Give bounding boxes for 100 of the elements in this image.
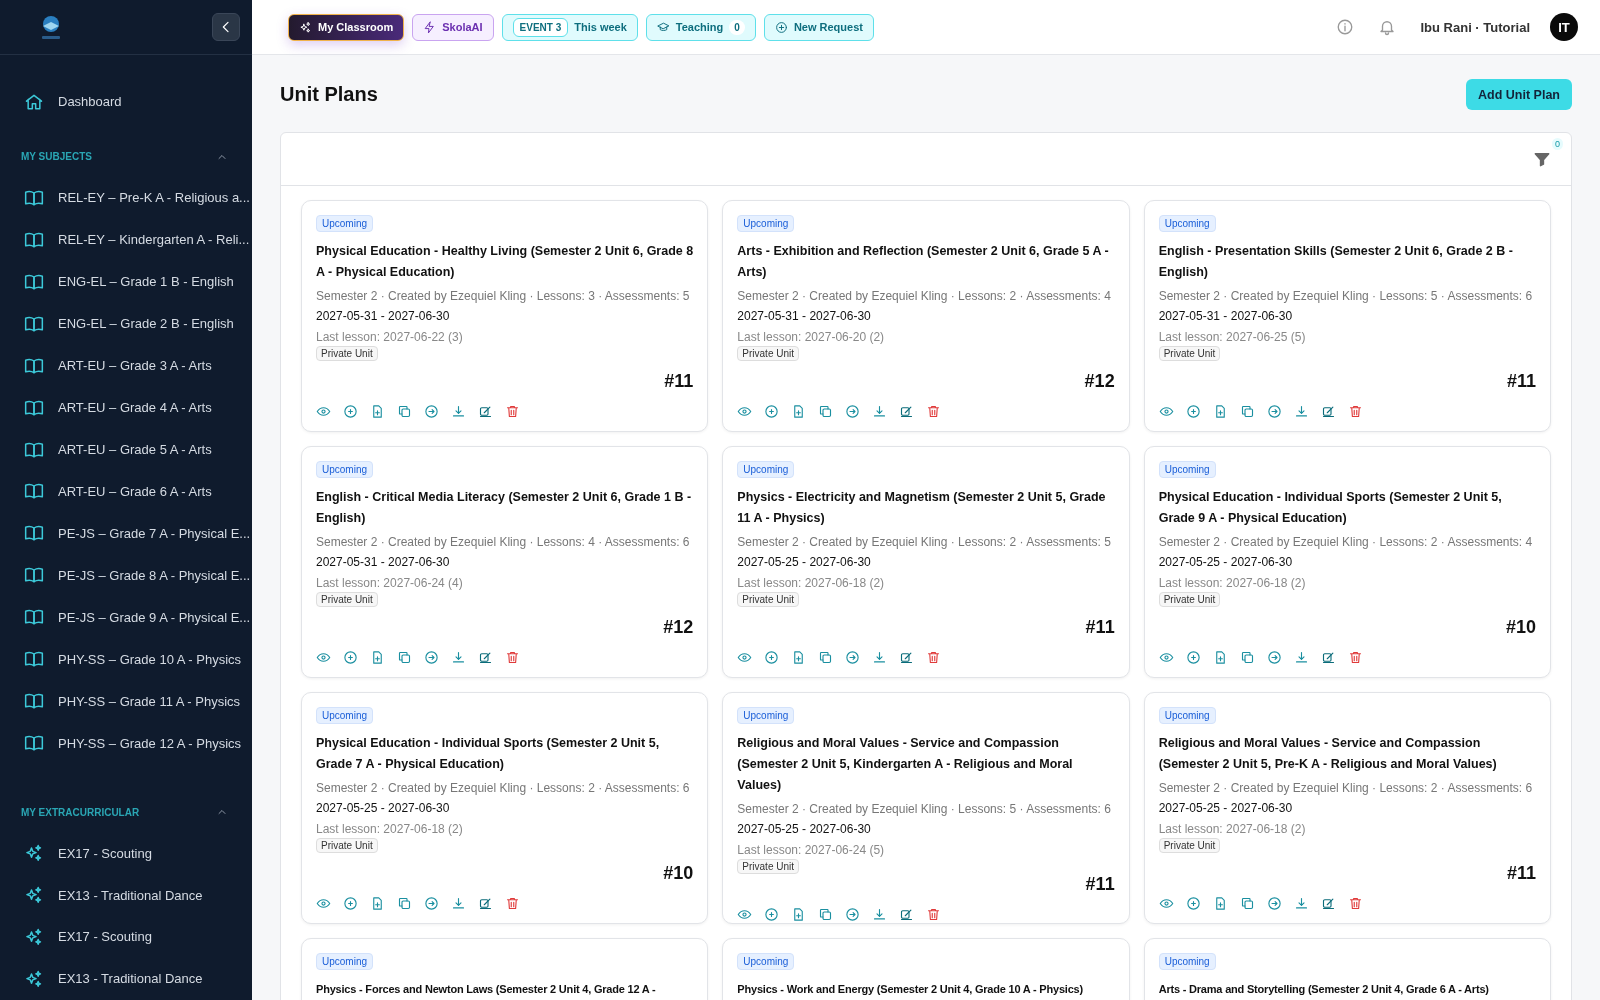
copy-icon[interactable]: [397, 896, 412, 911]
copy-icon[interactable]: [1239, 896, 1255, 911]
trash-icon[interactable]: [1347, 896, 1363, 911]
activity-item[interactable]: EX17 - Scouting: [0, 832, 252, 875]
subject-item[interactable]: PE-JS – Grade 9 A - Physical E...: [0, 596, 252, 639]
plus-circle-icon[interactable]: [764, 907, 780, 922]
trash-icon[interactable]: [505, 896, 520, 911]
ai-button[interactable]: SkolaAI: [412, 13, 494, 41]
trash-icon[interactable]: [926, 404, 942, 419]
edit-icon[interactable]: [1320, 896, 1336, 911]
trash-icon[interactable]: [1347, 650, 1363, 665]
subject-item[interactable]: ENG-EL – Grade 2 B - English: [0, 302, 252, 345]
arrow-circle-icon[interactable]: [424, 896, 439, 911]
plus-circle-icon[interactable]: [1185, 896, 1201, 911]
download-icon[interactable]: [872, 650, 888, 665]
subject-item[interactable]: REL-EY – Pre-K A - Religious a...: [0, 176, 252, 219]
plus-circle-icon: [774, 20, 788, 34]
copy-icon[interactable]: [397, 650, 412, 665]
download-icon[interactable]: [451, 404, 466, 419]
download-icon[interactable]: [451, 650, 466, 665]
subject-item[interactable]: REL-EY – Kindergarten A - Reli...: [0, 218, 252, 261]
subject-item[interactable]: PHY-SS – Grade 12 A - Physics: [0, 722, 252, 765]
subject-item[interactable]: PE-JS – Grade 7 A - Physical E...: [0, 512, 252, 555]
document-plus-icon[interactable]: [370, 404, 385, 419]
trash-icon[interactable]: [926, 907, 942, 922]
subject-item[interactable]: PHY-SS – Grade 11 A - Physics: [0, 680, 252, 723]
unit-title: Arts - Exhibition and Reflection (Semester 2 Unit 6, Grade 5 A - Arts): [737, 243, 1110, 281]
download-icon[interactable]: [1293, 896, 1309, 911]
eye-icon[interactable]: [737, 404, 753, 419]
last-lesson: Last lesson: 2027-06-18 (2): [316, 821, 464, 838]
filter-icon: [1533, 150, 1551, 168]
eye-icon[interactable]: [1158, 404, 1174, 419]
arrow-circle-icon[interactable]: [424, 650, 439, 665]
arrow-circle-icon[interactable]: [424, 404, 439, 419]
new-request-button[interactable]: New Request: [763, 13, 874, 41]
dashboard-link[interactable]: Dashboard: [0, 80, 252, 123]
edit-icon[interactable]: [1320, 650, 1336, 665]
activity-item[interactable]: EX17 - Scouting: [0, 916, 252, 958]
download-icon[interactable]: [451, 896, 466, 911]
eye-icon[interactable]: [316, 896, 331, 911]
event-button[interactable]: EVENT 3 This week: [501, 13, 638, 41]
subject-item[interactable]: ART-EU – Grade 4 A - Arts: [0, 386, 252, 429]
edit-icon[interactable]: [899, 404, 915, 419]
arrow-circle-icon[interactable]: [845, 404, 861, 419]
trash-icon[interactable]: [926, 650, 942, 665]
subject-item[interactable]: PE-JS – Grade 8 A - Physical E...: [0, 554, 252, 597]
eye-icon[interactable]: [737, 907, 753, 922]
edit-icon[interactable]: [1320, 404, 1336, 419]
download-icon[interactable]: [1293, 404, 1309, 419]
my-classroom-button[interactable]: My Classroom: [288, 13, 405, 41]
copy-icon[interactable]: [397, 404, 412, 419]
collapse-button[interactable]: [212, 12, 240, 41]
edit-icon[interactable]: [899, 650, 915, 665]
plus-circle-icon[interactable]: [1185, 650, 1201, 665]
copy-icon[interactable]: [1239, 404, 1255, 419]
arrow-circle-icon[interactable]: [1266, 404, 1282, 419]
add-unit-plan-button[interactable]: Add Unit Plan: [1466, 79, 1572, 110]
edit-icon[interactable]: [478, 896, 493, 911]
eye-icon[interactable]: [316, 650, 331, 665]
plus-circle-icon[interactable]: [1185, 404, 1201, 419]
arrow-circle-icon[interactable]: [1266, 650, 1282, 665]
subject-item[interactable]: ART-EU – Grade 5 A - Arts: [0, 428, 252, 471]
subject-item[interactable]: ART-EU – Grade 3 A - Arts: [0, 344, 252, 387]
trash-icon[interactable]: [505, 650, 520, 665]
teaching-button[interactable]: Teaching 0: [645, 13, 756, 41]
arrow-circle-icon[interactable]: [1266, 896, 1282, 911]
edit-icon[interactable]: [899, 907, 915, 922]
subject-item[interactable]: ART-EU – Grade 6 A - Arts: [0, 470, 252, 513]
download-icon[interactable]: [1293, 650, 1309, 665]
unit-title: English - Presentation Skills (Semester 2 Unit 6, Grade 2 B - English): [1158, 243, 1514, 281]
unit-dates: 2027-05-31 - 2027-06-30: [1158, 308, 1294, 325]
download-icon[interactable]: [872, 907, 888, 922]
arrow-circle-icon[interactable]: [845, 650, 861, 665]
subject-item[interactable]: PHY-SS – Grade 10 A - Physics: [0, 638, 252, 681]
trash-icon[interactable]: [1347, 404, 1363, 419]
subject-item[interactable]: ENG-EL – Grade 1 B - English: [0, 260, 252, 303]
eye-icon[interactable]: [737, 650, 753, 665]
edit-icon[interactable]: [478, 650, 493, 665]
download-icon[interactable]: [872, 404, 888, 419]
plus-circle-icon[interactable]: [343, 896, 358, 911]
eye-icon[interactable]: [1158, 650, 1174, 665]
arrow-circle-icon[interactable]: [845, 907, 861, 922]
plus-circle-icon[interactable]: [343, 404, 358, 419]
plus-circle-icon[interactable]: [764, 404, 780, 419]
plus-circle-icon[interactable]: [764, 650, 780, 665]
eye-icon[interactable]: [316, 404, 331, 419]
document-plus-icon[interactable]: [370, 650, 385, 665]
plus-circle-icon[interactable]: [343, 650, 358, 665]
eye-icon[interactable]: [1158, 896, 1174, 911]
edit-icon[interactable]: [478, 404, 493, 419]
user-avatar[interactable]: IT: [1550, 13, 1578, 41]
copy-icon[interactable]: [818, 404, 834, 419]
copy-icon[interactable]: [818, 907, 834, 922]
copy-icon[interactable]: [1239, 650, 1255, 665]
teaching-label: Teaching: [675, 21, 724, 33]
document-plus-icon[interactable]: [370, 896, 385, 911]
trash-icon[interactable]: [505, 404, 520, 419]
copy-icon[interactable]: [818, 650, 834, 665]
activity-item[interactable]: EX13 - Traditional Dance: [0, 874, 252, 916]
activity-item[interactable]: EX13 - Traditional Dance: [0, 957, 252, 1000]
